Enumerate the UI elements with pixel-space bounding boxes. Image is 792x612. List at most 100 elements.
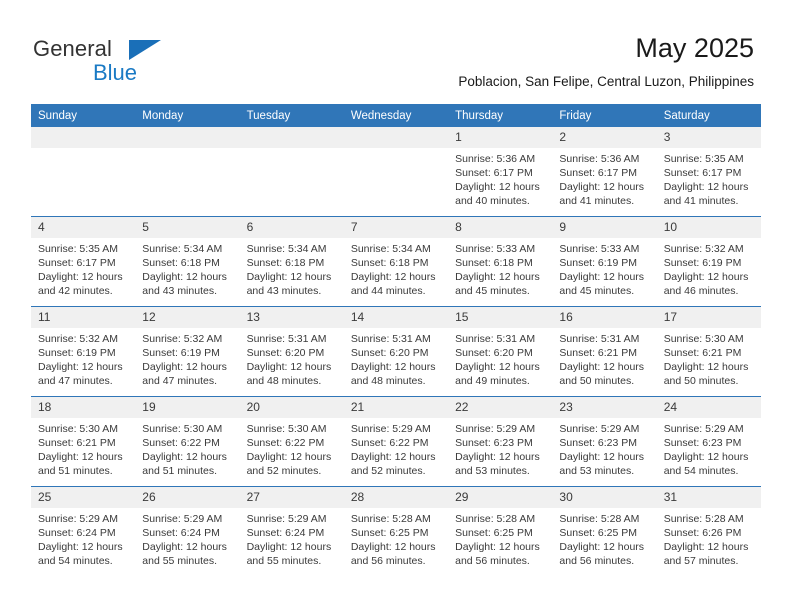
sunrise-text: Sunrise: 5:30 AM: [38, 423, 118, 435]
day-details: Sunrise: 5:29 AM Sunset: 6:23 PM Daylight:…: [657, 418, 761, 478]
sunrise-text: Sunrise: 5:34 AM: [142, 243, 223, 255]
day-number: 14: [343, 307, 449, 328]
calendar-day-cell[interactable]: 31 Sunrise: 5:28 AM Sunset: 6:26 PM Dayligh…: [656, 486, 761, 576]
day-details: Sunrise: 5:28 AM Sunset: 6:26 PM Daylight:…: [657, 508, 761, 568]
page-subtitle: Poblacion, San Felipe, Central Luzon, Ph…: [458, 74, 754, 89]
calendar-day-cell[interactable]: 2 Sunrise: 5:36 AM Sunset: 6:17 PM Daylight…: [552, 127, 657, 217]
daylight-text: Daylight: 12 hours and 40 minutes.: [455, 181, 540, 207]
day-details: Sunrise: 5:35 AM Sunset: 6:17 PM Daylight:…: [31, 238, 135, 298]
calendar-day-cell[interactable]: 27 Sunrise: 5:29 AM Sunset: 6:24 PM Dayligh…: [239, 486, 344, 576]
calendar-day-cell[interactable]: 3 Sunrise: 5:35 AM Sunset: 6:17 PM Daylight…: [656, 127, 761, 217]
sunset-text: Sunset: 6:26 PM: [663, 527, 742, 539]
sunrise-text: Sunrise: 5:30 AM: [246, 423, 327, 435]
daylight-text: Daylight: 12 hours and 53 minutes.: [455, 451, 540, 477]
day-details: Sunrise: 5:32 AM Sunset: 6:19 PM Daylight:…: [31, 328, 135, 388]
day-number: 11: [31, 307, 136, 328]
daylight-text: Daylight: 12 hours and 47 minutes.: [142, 361, 227, 387]
calendar-day-cell[interactable]: 9 Sunrise: 5:33 AM Sunset: 6:19 PM Daylight…: [552, 216, 657, 307]
day-number: 4: [31, 217, 136, 238]
calendar-day-cell[interactable]: 29 Sunrise: 5:28 AM Sunset: 6:25 PM Dayligh…: [448, 486, 553, 576]
calendar-day-cell[interactable]: 25 Sunrise: 5:29 AM Sunset: 6:24 PM Dayligh…: [31, 486, 136, 576]
calendar-day-cell[interactable]: 12 Sunrise: 5:32 AM Sunset: 6:19 PM Dayligh…: [135, 306, 240, 397]
calendar-day-cell[interactable]: 5 Sunrise: 5:34 AM Sunset: 6:18 PM Daylight…: [135, 216, 240, 307]
sunset-text: Sunset: 6:25 PM: [350, 527, 429, 539]
calendar-day-cell[interactable]: 21 Sunrise: 5:29 AM Sunset: 6:22 PM Dayligh…: [343, 396, 449, 487]
day-cell-content: 18 Sunrise: 5:30 AM Sunset: 6:21 PM Dayligh…: [31, 397, 136, 486]
sunrise-text: Sunrise: 5:33 AM: [455, 243, 536, 255]
calendar-day-cell[interactable]: 22 Sunrise: 5:29 AM Sunset: 6:23 PM Dayligh…: [448, 396, 553, 487]
sunset-text: Sunset: 6:17 PM: [663, 167, 742, 179]
daylight-text: Daylight: 12 hours and 42 minutes.: [38, 271, 123, 297]
day-cell-content: 29 Sunrise: 5:28 AM Sunset: 6:25 PM Dayligh…: [448, 487, 553, 576]
sunrise-text: Sunrise: 5:34 AM: [246, 243, 327, 255]
calendar-day-cell[interactable]: 16 Sunrise: 5:31 AM Sunset: 6:21 PM Dayligh…: [552, 306, 657, 397]
sunset-text: Sunset: 6:24 PM: [246, 527, 325, 539]
calendar-day-cell[interactable]: 1 Sunrise: 5:36 AM Sunset: 6:17 PM Daylight…: [448, 127, 553, 217]
calendar-day-cell[interactable]: 17 Sunrise: 5:30 AM Sunset: 6:21 PM Dayligh…: [656, 306, 761, 397]
sunrise-text: Sunrise: 5:29 AM: [142, 513, 223, 525]
day-number: 2: [552, 127, 657, 148]
daylight-text: Daylight: 12 hours and 55 minutes.: [142, 541, 227, 567]
brand-logo-bottom-row: Blue: [33, 60, 213, 86]
page-title: May 2025: [635, 33, 754, 63]
calendar-day-cell[interactable]: 10 Sunrise: 5:32 AM Sunset: 6:19 PM Dayligh…: [656, 216, 761, 307]
day-cell-content: 11 Sunrise: 5:32 AM Sunset: 6:19 PM Dayligh…: [31, 307, 136, 396]
day-number: 3: [656, 127, 761, 148]
sunset-text: Sunset: 6:17 PM: [559, 167, 638, 179]
daylight-text: Daylight: 12 hours and 50 minutes.: [663, 361, 749, 387]
day-cell-content: 3 Sunrise: 5:35 AM Sunset: 6:17 PM Daylight…: [656, 127, 761, 216]
calendar-day-cell[interactable]: 13 Sunrise: 5:31 AM Sunset: 6:20 PM Dayligh…: [239, 306, 344, 397]
sunset-text: Sunset: 6:20 PM: [246, 347, 325, 359]
sunset-text: Sunset: 6:19 PM: [142, 347, 220, 359]
calendar-day-cell: [31, 127, 136, 217]
day-number: 28: [343, 487, 449, 508]
day-number: 19: [135, 397, 240, 418]
day-cell-content: 26 Sunrise: 5:29 AM Sunset: 6:24 PM Dayligh…: [135, 487, 240, 576]
sunset-text: Sunset: 6:23 PM: [455, 437, 533, 449]
day-number: 26: [135, 487, 240, 508]
sunset-text: Sunset: 6:20 PM: [350, 347, 429, 359]
day-cell-content: 24 Sunrise: 5:29 AM Sunset: 6:23 PM Dayligh…: [656, 397, 761, 486]
calendar-head: Sunday Monday Tuesday Wednesday Thursday…: [31, 104, 761, 127]
calendar-day-cell[interactable]: 14 Sunrise: 5:31 AM Sunset: 6:20 PM Dayligh…: [343, 306, 449, 397]
day-number: 18: [31, 397, 136, 418]
calendar-day-cell[interactable]: 4 Sunrise: 5:35 AM Sunset: 6:17 PM Daylight…: [31, 216, 136, 307]
day-details: Sunrise: 5:36 AM Sunset: 6:17 PM Daylight:…: [552, 148, 656, 208]
weekday-header-wednesday: Wednesday: [343, 104, 449, 127]
day-cell-content: 22 Sunrise: 5:29 AM Sunset: 6:23 PM Dayligh…: [448, 397, 553, 486]
sunrise-text: Sunrise: 5:28 AM: [455, 513, 536, 525]
calendar-day-cell[interactable]: 28 Sunrise: 5:28 AM Sunset: 6:25 PM Dayligh…: [343, 486, 449, 576]
brand-logo[interactable]: General Blue: [33, 36, 213, 86]
calendar-day-cell[interactable]: 11 Sunrise: 5:32 AM Sunset: 6:19 PM Dayligh…: [31, 306, 136, 397]
calendar-day-cell[interactable]: 18 Sunrise: 5:30 AM Sunset: 6:21 PM Dayligh…: [31, 396, 136, 487]
calendar-day-cell: [135, 127, 240, 217]
calendar-day-cell[interactable]: 8 Sunrise: 5:33 AM Sunset: 6:18 PM Daylight…: [448, 216, 553, 307]
calendar-day-cell[interactable]: 24 Sunrise: 5:29 AM Sunset: 6:23 PM Dayligh…: [656, 396, 761, 487]
calendar-day-cell[interactable]: 7 Sunrise: 5:34 AM Sunset: 6:18 PM Daylight…: [343, 216, 449, 307]
day-cell-content: 17 Sunrise: 5:30 AM Sunset: 6:21 PM Dayligh…: [656, 307, 761, 396]
day-details: Sunrise: 5:32 AM Sunset: 6:19 PM Daylight:…: [135, 328, 239, 388]
sunrise-text: Sunrise: 5:29 AM: [246, 513, 327, 525]
sunrise-text: Sunrise: 5:35 AM: [663, 153, 744, 165]
calendar-day-cell[interactable]: 15 Sunrise: 5:31 AM Sunset: 6:20 PM Dayligh…: [448, 306, 553, 397]
daylight-text: Daylight: 12 hours and 43 minutes.: [142, 271, 227, 297]
calendar-day-cell[interactable]: 19 Sunrise: 5:30 AM Sunset: 6:22 PM Dayligh…: [135, 396, 240, 487]
calendar-day-cell[interactable]: 20 Sunrise: 5:30 AM Sunset: 6:22 PM Dayligh…: [239, 396, 344, 487]
day-cell-content: [31, 127, 136, 216]
day-number: [135, 127, 240, 148]
calendar-day-cell[interactable]: 6 Sunrise: 5:34 AM Sunset: 6:18 PM Daylight…: [239, 216, 344, 307]
calendar-page: General Blue May 2025 Poblacion, San Fel…: [0, 0, 792, 612]
calendar-day-cell[interactable]: 23 Sunrise: 5:29 AM Sunset: 6:23 PM Dayligh…: [552, 396, 657, 487]
calendar-week-row: 11 Sunrise: 5:32 AM Sunset: 6:19 PM Dayligh…: [31, 306, 761, 397]
day-number: 25: [31, 487, 136, 508]
day-number: 5: [135, 217, 240, 238]
day-number: 21: [343, 397, 449, 418]
day-details: Sunrise: 5:30 AM Sunset: 6:21 PM Daylight:…: [657, 328, 761, 388]
sunset-text: Sunset: 6:21 PM: [663, 347, 742, 359]
day-cell-content: 30 Sunrise: 5:28 AM Sunset: 6:25 PM Dayligh…: [552, 487, 657, 576]
calendar-day-cell[interactable]: 26 Sunrise: 5:29 AM Sunset: 6:24 PM Dayligh…: [135, 486, 240, 576]
calendar-day-cell[interactable]: 30 Sunrise: 5:28 AM Sunset: 6:25 PM Dayligh…: [552, 486, 657, 576]
day-details: Sunrise: 5:28 AM Sunset: 6:25 PM Daylight:…: [344, 508, 448, 568]
day-number: 6: [239, 217, 344, 238]
day-number: 9: [552, 217, 657, 238]
